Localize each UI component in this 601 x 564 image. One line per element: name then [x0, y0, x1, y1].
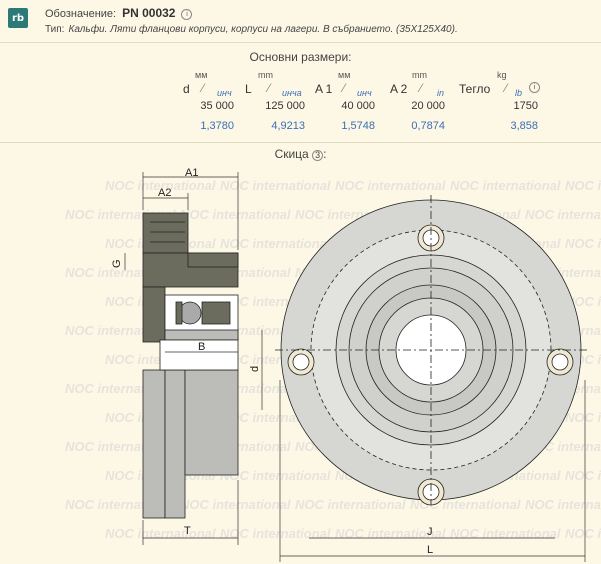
watermark-text: NOC international [450, 178, 561, 193]
unit-bot-A1: инч [357, 88, 372, 98]
unit-top-A2: mm [412, 70, 427, 80]
sketch-diagram: NOC international NOC international NOC in… [65, 167, 601, 562]
unit-bot-L: инча [282, 88, 302, 98]
designation-label: Обозначение: [45, 8, 117, 20]
value-mm-weight: 1750 [513, 100, 538, 112]
watermark-text: NOC international [565, 526, 601, 541]
value-inch-weight: 3,858 [510, 120, 538, 132]
label-A1: A1 [185, 167, 198, 179]
brand-logo: rb [8, 8, 28, 28]
value-inch-A1: 1,5748 [341, 120, 375, 132]
watermark-text: NOC international [450, 526, 561, 541]
divider [0, 42, 601, 43]
value-mm-d: 35 000 [200, 100, 234, 112]
value-mm-L: 125 000 [265, 100, 305, 112]
watermark-text: NOC international [335, 178, 446, 193]
watermark-text: NOC international [525, 207, 601, 222]
watermark-text: NOC international [565, 236, 601, 251]
value-mm-A1: 40 000 [341, 100, 375, 112]
sketch-info-icon[interactable]: 3 [312, 150, 324, 161]
unit-bot-A2: in [437, 88, 445, 98]
value-inch-L: 4,9213 [271, 120, 305, 132]
label-A2: A2 [158, 187, 171, 199]
watermark-text: NOC international [180, 497, 291, 512]
watermark-text: NOC international [565, 410, 601, 425]
unit-bot-weight: lb [515, 88, 523, 98]
type-label: Тип: [45, 24, 65, 35]
symbol-A2: A 2 [390, 82, 408, 96]
watermark-text: NOC international [525, 497, 601, 512]
value-inch-d: 1,3780 [200, 120, 234, 132]
watermark-text: NOC international [220, 178, 331, 193]
symbol-A1: A 1 [315, 82, 333, 96]
watermark-text: NOC international [565, 468, 601, 483]
label-L: L [427, 544, 433, 556]
designation-value: PN 00032 [122, 6, 176, 20]
watermark-text: NOC international [220, 236, 331, 251]
label-B: B [198, 341, 205, 353]
type-value: Кальфи. Ляти фланцови корпуси, корпуси н… [68, 24, 458, 35]
watermark-text: NOC international [295, 497, 406, 512]
label-J: J [427, 526, 433, 538]
value-inch-A2: 0,7874 [411, 120, 445, 132]
header: rb Обозначение: PN 00032 i Тип: Кальфи. Лят… [0, 0, 601, 42]
weight-info-icon[interactable]: i [529, 82, 540, 93]
label-T: T [184, 525, 191, 537]
unit-top-weight: kg [497, 70, 507, 80]
value-mm-A2: 20 000 [411, 100, 445, 112]
sketch-title: Скица 3: [274, 147, 327, 161]
dimensions-table: мм d ⁄ инч 35 000 1,3780 mm L ⁄ инча 125… [0, 62, 601, 142]
unit-top-L: mm [258, 70, 273, 80]
label-G: G [111, 259, 123, 268]
unit-bot-d: инч [217, 88, 232, 98]
info-icon[interactable]: i [181, 9, 193, 20]
unit-top-A1: мм [338, 70, 351, 80]
watermark-text: NOC international [180, 207, 291, 222]
unit-top-d: мм [195, 70, 208, 80]
watermark-text: NOC international [220, 526, 331, 541]
watermark-text: NOC international [565, 178, 601, 193]
watermark-text: NOC international [105, 526, 216, 541]
type-row: Тип: Кальфи. Ляти фланцови корпуси, корпу… [45, 24, 458, 35]
divider [0, 142, 601, 143]
symbol-d: d [183, 82, 190, 96]
label-d: d [249, 366, 261, 372]
symbol-weight: Тегло [459, 82, 491, 96]
symbol-L: L [245, 82, 252, 96]
designation-row: Обозначение: PN 00032 i [45, 6, 193, 20]
